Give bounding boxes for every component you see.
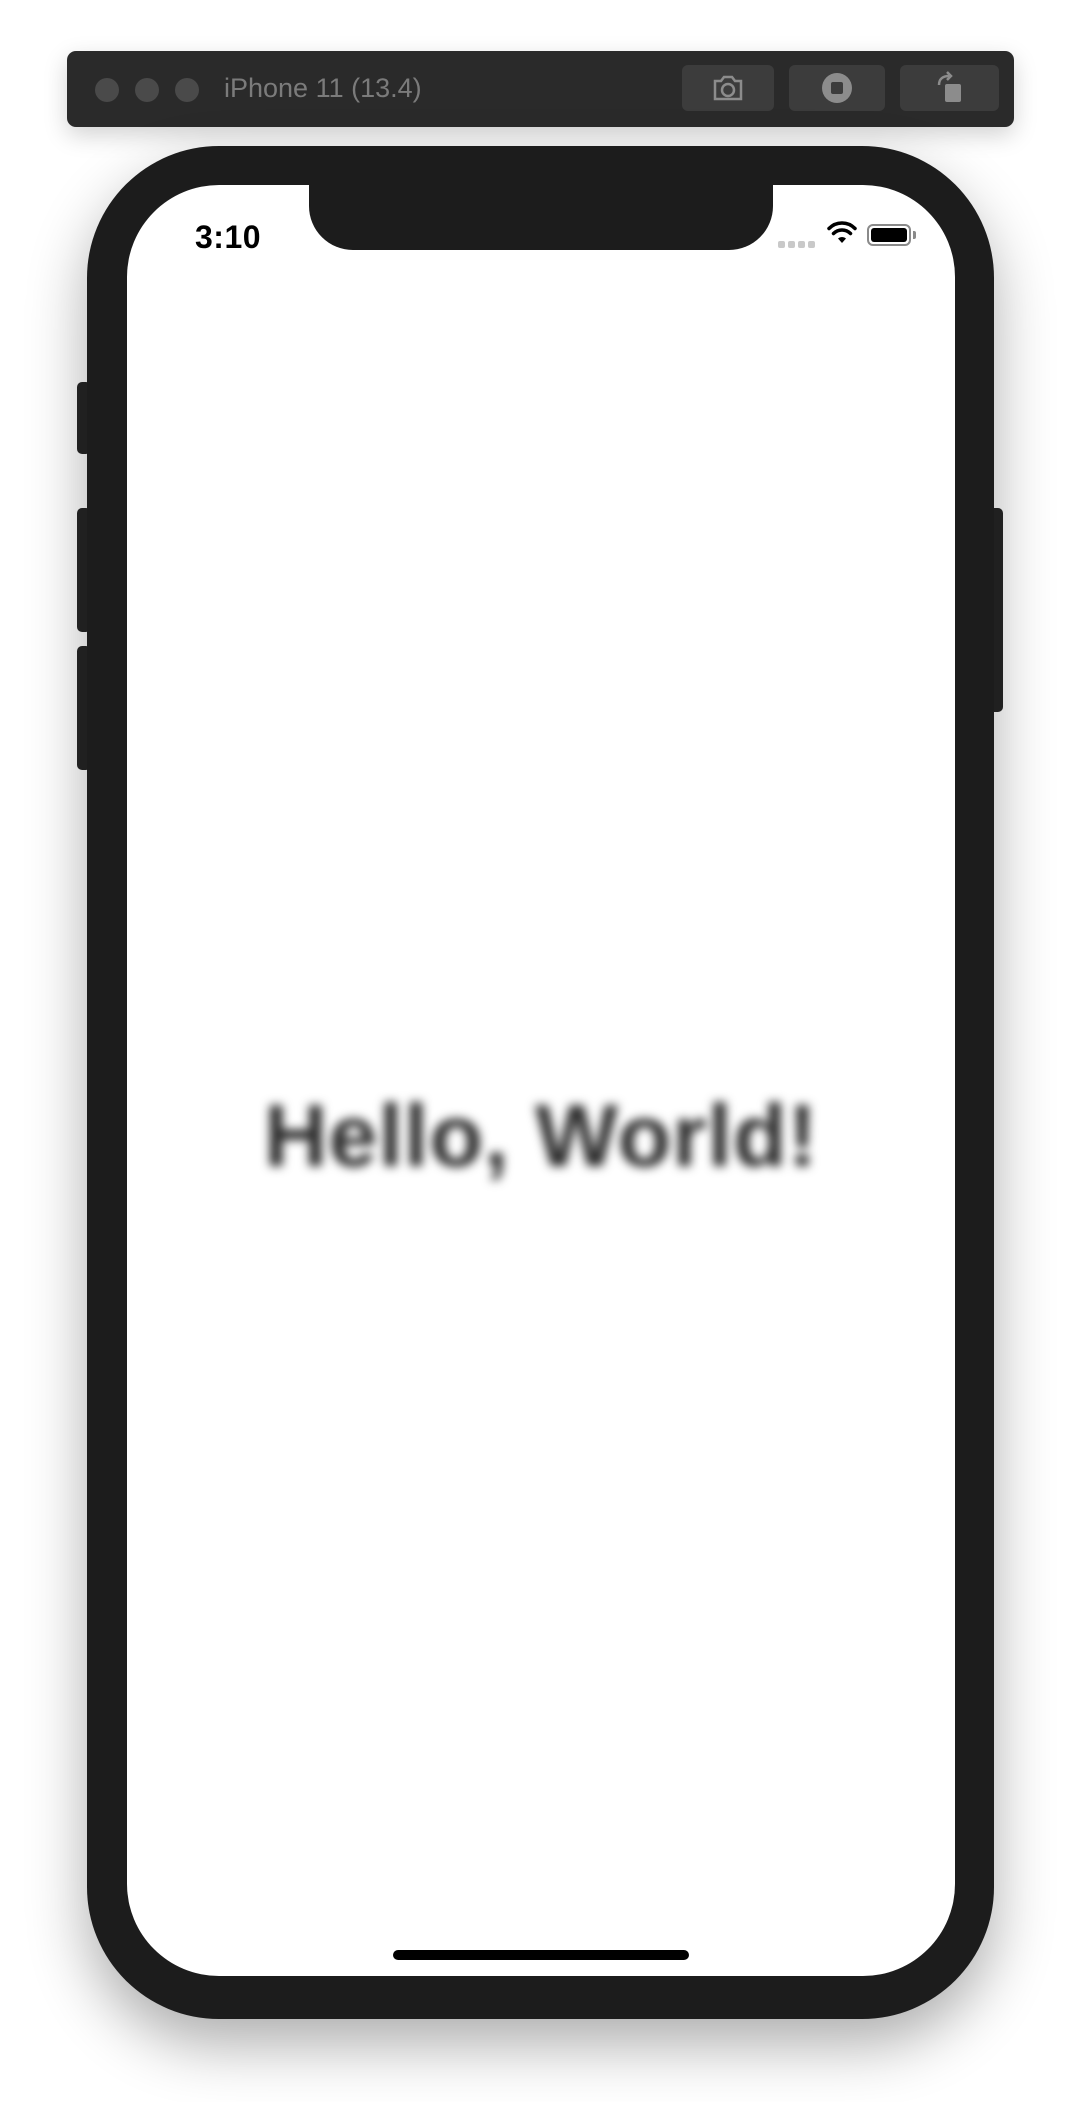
camera-icon [713,75,743,101]
battery-icon [867,224,911,246]
close-window-button[interactable] [95,78,119,102]
screenshot-button[interactable] [682,65,774,111]
battery-level [871,228,907,242]
home-indicator[interactable] [393,1950,689,1960]
hello-world-text: Hello, World! [263,1086,819,1185]
window-title: iPhone 11 (13.4) [224,73,422,103]
battery-cap [913,231,916,239]
device-screen[interactable]: 3:10 Hello, World! [127,185,955,1976]
rotate-button[interactable] [900,65,999,111]
status-time: 3:10 [195,219,262,255]
cellular-signal-icon [778,241,816,249]
home-button[interactable] [789,65,885,111]
notch [309,185,773,250]
wifi-icon [827,221,857,243]
rotate-icon [937,71,961,102]
home-button-icon [822,73,852,103]
simulator-titlebar: iPhone 11 (13.4) [67,51,1014,127]
minimize-window-button[interactable] [135,78,159,102]
zoom-window-button[interactable] [175,78,199,102]
